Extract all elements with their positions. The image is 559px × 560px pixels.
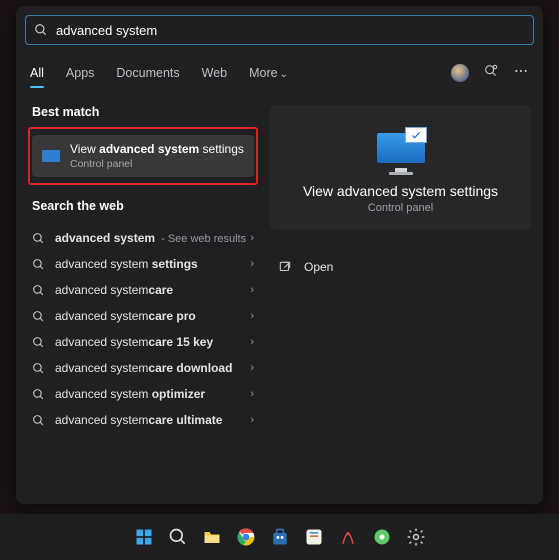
web-suggestion-text: advanced systemcare 15 key [55,335,246,349]
web-suggestion-text: advanced system optimizer [55,387,246,401]
web-suggestion-item[interactable]: advanced systemcare download › [28,355,258,381]
tab-documents[interactable]: Documents [116,66,179,80]
web-suggestion-text: advanced systemcare download [55,361,246,375]
tab-more[interactable]: More⌄ [249,66,288,80]
app-icon-1[interactable] [301,524,327,550]
web-suggestion-text: advanced systemcare pro [55,309,246,323]
search-icon [32,362,45,375]
search-input[interactable] [56,23,525,38]
chevron-right-icon: › [250,414,254,426]
search-icon [32,258,45,271]
results-left-column: Best match View advanced system settings… [28,105,258,494]
web-suggestion-text: advanced system - See web results [55,231,246,245]
web-suggestion-item[interactable]: advanced systemcare ultimate › [28,407,258,433]
web-suggestion-item[interactable]: advanced systemcare pro › [28,303,258,329]
open-label: Open [304,260,333,274]
open-icon [278,260,292,274]
search-icon [32,336,45,349]
web-suggestion-item[interactable]: advanced systemcare 15 key › [28,329,258,355]
search-bar[interactable] [25,15,534,45]
app-icon-2[interactable] [335,524,361,550]
monitor-settings-icon [40,145,62,167]
user-avatar[interactable] [451,64,469,82]
chevron-right-icon: › [250,336,254,348]
search-icon [32,232,45,245]
search-icon [34,23,48,37]
web-suggestion-item[interactable]: advanced system optimizer › [28,381,258,407]
web-suggestion-item[interactable]: advanced system settings › [28,251,258,277]
web-suggestion-item[interactable]: advanced systemcare › [28,277,258,303]
chevron-right-icon: › [250,232,254,244]
settings-icon[interactable] [403,524,429,550]
start-search-panel: All Apps Documents Web More⌄ Best match … [16,6,543,504]
chevron-right-icon: › [250,310,254,322]
search-icon [32,388,45,401]
search-icon [32,310,45,323]
preview-subtitle: Control panel [368,202,433,214]
best-match-highlight: View advanced system settings Control pa… [28,127,258,185]
search-icon [32,414,45,427]
preview-title: View advanced system settings [303,183,498,199]
chevron-right-icon: › [250,362,254,374]
preview-column: View advanced system settings Control pa… [270,105,531,494]
web-suggestions-list: advanced system - See web results›advanc… [28,225,258,433]
best-match-label: Best match [32,105,258,119]
best-match-subtitle: Control panel [70,158,244,170]
preview-icon [375,127,427,173]
chevron-right-icon: › [250,284,254,296]
start-button[interactable] [131,524,157,550]
chrome-icon[interactable] [233,524,259,550]
taskbar-search-icon[interactable] [165,524,191,550]
search-web-label: Search the web [32,199,258,213]
chevron-right-icon: › [250,258,254,270]
web-suggestion-text: advanced system settings [55,257,246,271]
best-match-title: View advanced system settings [70,142,244,157]
search-icon [32,284,45,297]
chevron-right-icon: › [250,388,254,400]
tab-all[interactable]: All [30,66,44,80]
more-options-icon[interactable] [513,63,529,84]
open-action[interactable]: Open [270,250,531,284]
taskbar [0,514,559,560]
app-icon-3[interactable] [369,524,395,550]
search-settings-icon[interactable] [483,63,499,84]
web-suggestion-text: advanced systemcare [55,283,246,297]
web-suggestion-text: advanced systemcare ultimate [55,413,246,427]
file-explorer-icon[interactable] [199,524,225,550]
best-match-item[interactable]: View advanced system settings Control pa… [32,135,254,177]
tab-web[interactable]: Web [202,66,227,80]
preview-card: View advanced system settings Control pa… [270,105,531,230]
chevron-down-icon: ⌄ [280,69,288,80]
web-suggestion-item[interactable]: advanced system - See web results › [28,225,258,251]
tabs: All Apps Documents Web More⌄ [16,59,543,87]
store-icon[interactable] [267,524,293,550]
tab-apps[interactable]: Apps [66,66,95,80]
